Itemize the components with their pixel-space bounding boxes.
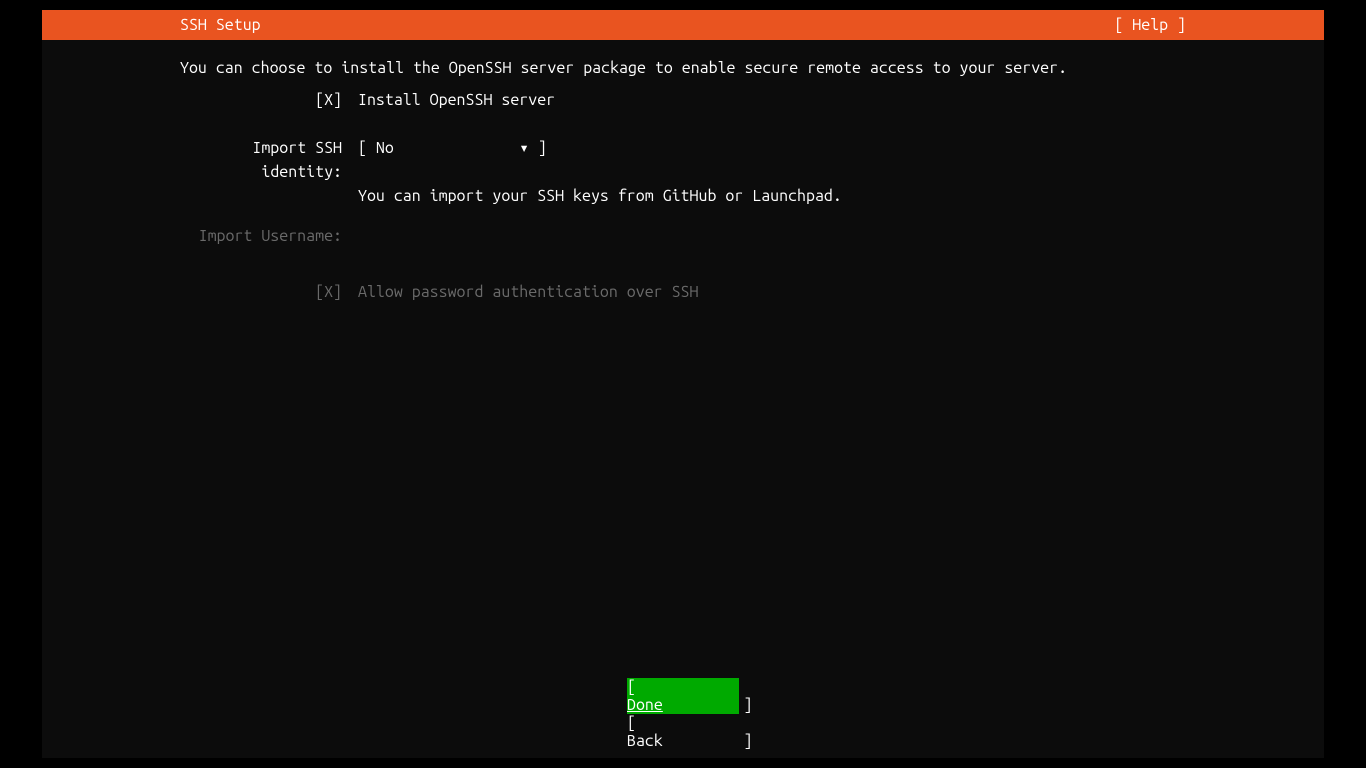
allow-password-label: Allow password authentication over SSH [358,283,698,301]
import-identity-dropdown[interactable]: [ No ▾ ] [358,136,547,160]
install-openssh-label: Install OpenSSH server [358,91,555,109]
back-button[interactable]: [ Back ] [627,714,739,750]
allow-password-checkbox: [X] [315,283,342,301]
footer-buttons: [ Done ] [ Back ] [42,678,1324,750]
import-identity-hint: You can import your SSH keys from GitHub… [358,187,842,205]
import-username-label: Import Username: [199,227,342,245]
install-openssh-checkbox[interactable]: [X] [315,91,342,109]
installer-window: SSH Setup [ Help ] You can choose to ins… [42,10,1324,758]
page-title: SSH Setup [180,16,261,34]
import-identity-label: Import SSH identity: [252,139,342,181]
intro-text: You can choose to install the OpenSSH se… [180,56,1186,80]
done-button[interactable]: [ Done ] [627,678,739,714]
content-area: You can choose to install the OpenSSH se… [42,40,1324,304]
header-bar: SSH Setup [ Help ] [42,10,1324,40]
help-link[interactable]: [ Help ] [1114,16,1186,34]
